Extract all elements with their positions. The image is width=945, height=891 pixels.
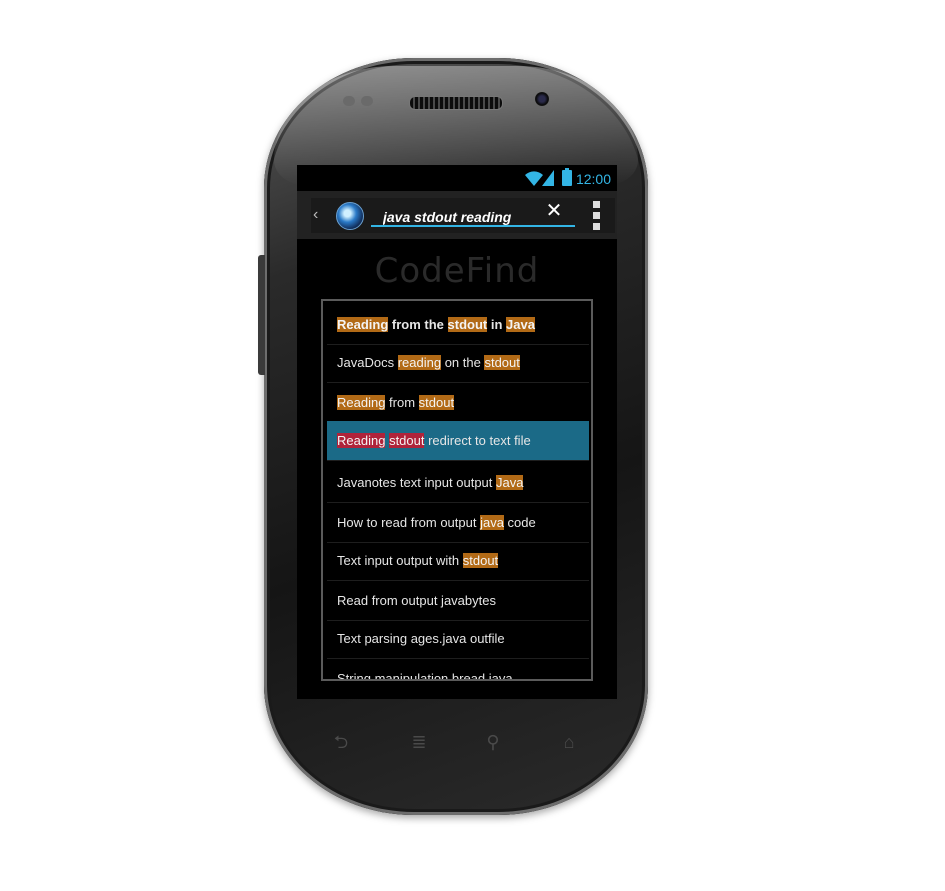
screen: 12:00 ‹ ✕ CodeFind Reading from the stdo… [297, 165, 617, 699]
result-highlight-text: stdout [484, 355, 520, 370]
result-highlight-text: stdout [389, 433, 425, 448]
result-highlight-text: reading [397, 355, 442, 370]
result-text: from [385, 395, 419, 410]
result-text: code [503, 515, 536, 530]
front-camera [535, 92, 549, 106]
light-sensor [361, 96, 373, 106]
result-item[interactable]: Reading from the stdout in Java [327, 305, 589, 345]
result-text: in [487, 317, 507, 332]
result-item[interactable]: Reading stdout redirect to text file [327, 421, 589, 461]
result-highlight-text: Reading [337, 433, 386, 448]
result-highlight-text: Java [496, 475, 524, 490]
status-bar: 12:00 [297, 165, 617, 191]
result-highlight-text: Java [506, 317, 535, 332]
navigation-bar: ⮌ ≣ ⚲ ⌂ [297, 720, 617, 766]
result-item[interactable]: Text input output with stdout [327, 541, 589, 581]
result-highlight-text: stdout [447, 317, 488, 332]
volume-button [258, 255, 265, 375]
result-highlight-text: Reading [337, 317, 389, 332]
result-item[interactable]: String manipulation bread.java [327, 659, 589, 681]
result-text: How to read from output [337, 515, 481, 530]
close-icon[interactable]: ✕ [545, 201, 563, 221]
result-text: from the [388, 317, 448, 332]
result-text: Javanotes text input output [337, 475, 496, 490]
battery-icon [562, 168, 572, 186]
search-icon[interactable]: ⚲ [479, 730, 507, 754]
app-title: CodeFind [374, 251, 540, 291]
home-icon[interactable]: ⌂ [555, 730, 583, 754]
result-text: redirect to text file [424, 433, 531, 448]
result-text: Text input output with [337, 553, 463, 568]
result-item[interactable]: How to read from output java code [327, 503, 589, 543]
proximity-sensor [343, 96, 355, 106]
result-item[interactable]: JavaDocs reading on the stdout [327, 343, 589, 383]
result-highlight-text: java [480, 515, 504, 530]
result-item[interactable]: Javanotes text input output Java [327, 463, 589, 503]
result-highlight-text: stdout [462, 553, 499, 568]
result-item[interactable]: Text parsing ages.java outfile [327, 619, 589, 659]
result-highlight-text: stdout [418, 395, 455, 410]
result-text: Read from output javabytes [337, 593, 496, 608]
result-text: Text parsing ages.java outfile [337, 631, 505, 646]
result-text: String manipulation bread.java [337, 671, 513, 681]
action-bar: ‹ ✕ [297, 191, 617, 239]
result-text: on the [441, 355, 485, 370]
back-icon[interactable]: ⮌ [327, 730, 355, 754]
overflow-menu-icon[interactable] [593, 201, 601, 231]
globe-logo-icon[interactable] [336, 202, 364, 230]
signal-icon [542, 170, 554, 186]
results-list[interactable]: Reading from the stdout in Java JavaDocs … [321, 299, 593, 681]
chevron-left-icon[interactable]: ‹ [313, 205, 318, 225]
result-text: JavaDocs [337, 355, 398, 370]
status-time: 12:00 [575, 171, 611, 187]
menu-icon[interactable]: ≣ [405, 730, 433, 754]
result-item[interactable]: Read from output javabytes [327, 581, 589, 621]
result-item[interactable]: Reading from stdout [327, 383, 589, 423]
earpiece-speaker [409, 96, 503, 110]
result-highlight-text: Reading [337, 395, 386, 410]
